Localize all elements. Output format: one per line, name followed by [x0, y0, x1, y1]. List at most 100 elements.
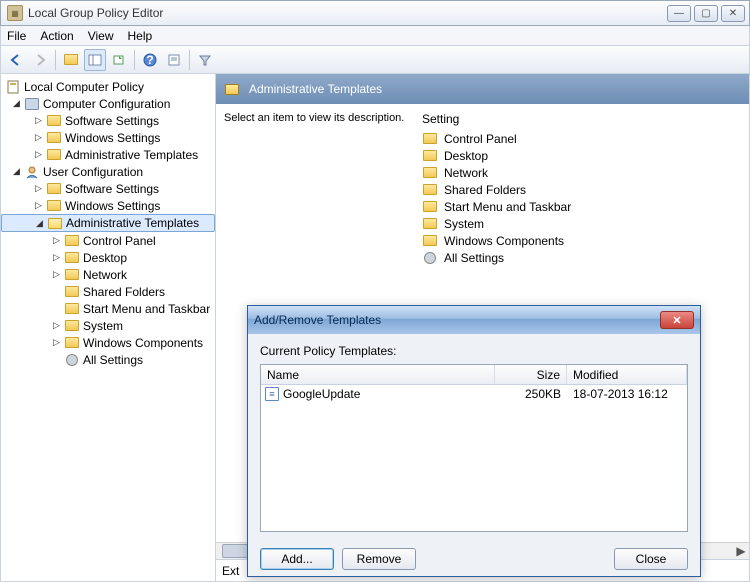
- collapse-icon[interactable]: ◢: [11, 166, 22, 177]
- tree-uc-windows[interactable]: ▷ Windows Settings: [1, 197, 215, 214]
- folder-icon: [422, 217, 438, 231]
- expand-icon[interactable]: ▷: [51, 337, 62, 348]
- tree-allset[interactable]: ▷All Settings: [1, 351, 215, 368]
- folder-icon: [46, 131, 62, 145]
- maximize-button[interactable]: ▢: [694, 5, 718, 22]
- collapse-icon[interactable]: ◢: [34, 218, 45, 229]
- expand-icon[interactable]: ▷: [33, 132, 44, 143]
- close-button[interactable]: ✕: [721, 5, 745, 22]
- close-dialog-button[interactable]: Close: [614, 548, 688, 570]
- folder-icon: [46, 148, 62, 162]
- tree-wincon[interactable]: ▷Windows Components: [1, 334, 215, 351]
- tree-label: Computer Configuration: [43, 97, 170, 111]
- tree-cpanel[interactable]: ▷ Control Panel: [1, 232, 215, 249]
- col-name[interactable]: Name: [261, 365, 495, 384]
- expand-icon[interactable]: ▷: [51, 320, 62, 331]
- tree-shared[interactable]: ▷Shared Folders: [1, 283, 215, 300]
- expand-icon[interactable]: ▷: [33, 183, 44, 194]
- dialog-body: Current Policy Templates: Name Size Modi…: [248, 334, 700, 542]
- tree-user-cfg[interactable]: ◢ User Configuration: [1, 163, 215, 180]
- add-button[interactable]: Add...: [260, 548, 334, 570]
- expand-icon[interactable]: ▷: [33, 200, 44, 211]
- folder-icon: [422, 166, 438, 180]
- toolbar-sep: [55, 50, 56, 70]
- folder-icon: [46, 114, 62, 128]
- setting-item[interactable]: Windows Components: [422, 232, 741, 249]
- dialog-close-button[interactable]: ✕: [660, 311, 694, 329]
- expand-icon[interactable]: ▷: [51, 269, 62, 280]
- content-header: Administrative Templates: [216, 74, 749, 104]
- expand-icon[interactable]: ▷: [33, 149, 44, 160]
- menu-action[interactable]: Action: [40, 29, 73, 43]
- expand-icon[interactable]: ▷: [51, 252, 62, 263]
- tree-uc-software[interactable]: ▷ Software Settings: [1, 180, 215, 197]
- template-name: GoogleUpdate: [283, 387, 495, 401]
- dialog-titlebar[interactable]: Add/Remove Templates ✕: [248, 306, 700, 334]
- svg-text:?: ?: [146, 53, 153, 67]
- tab-extended[interactable]: Ext: [222, 564, 239, 578]
- tree-network[interactable]: ▷Network: [1, 266, 215, 283]
- filter-button[interactable]: [194, 49, 216, 71]
- tree-desktop[interactable]: ▷Desktop: [1, 249, 215, 266]
- folder-icon: [64, 234, 80, 248]
- tree-uc-admin-selected[interactable]: ◢ Administrative Templates: [1, 214, 215, 232]
- setting-item[interactable]: Network: [422, 164, 741, 181]
- forward-button[interactable]: [29, 49, 51, 71]
- properties-button[interactable]: [163, 49, 185, 71]
- expand-icon[interactable]: ▷: [51, 235, 62, 246]
- setting-item[interactable]: All Settings: [422, 249, 741, 266]
- dialog-title: Add/Remove Templates: [254, 313, 660, 327]
- folder-open-icon: [47, 216, 63, 230]
- tree-label: Control Panel: [83, 234, 156, 248]
- help-button[interactable]: ?: [139, 49, 161, 71]
- template-row[interactable]: ≡ GoogleUpdate 250KB 18-07-2013 16:12: [261, 385, 687, 403]
- tree-label: Shared Folders: [83, 285, 165, 299]
- tree-root-label: Local Computer Policy: [24, 80, 144, 94]
- tree-label: Administrative Templates: [66, 216, 199, 230]
- menu-file[interactable]: File: [7, 29, 26, 43]
- folder-icon: [64, 251, 80, 265]
- add-remove-templates-dialog: Add/Remove Templates ✕ Current Policy Te…: [247, 305, 701, 577]
- tree-label: System: [83, 319, 123, 333]
- folder-icon: [422, 132, 438, 146]
- col-modified[interactable]: Modified: [567, 365, 687, 384]
- expand-icon[interactable]: ▷: [33, 115, 44, 126]
- tree-label: Windows Settings: [65, 199, 160, 213]
- tree-label: User Configuration: [43, 165, 143, 179]
- up-button[interactable]: [60, 49, 82, 71]
- export-button[interactable]: [108, 49, 130, 71]
- menu-view[interactable]: View: [88, 29, 114, 43]
- templates-list: Name Size Modified ≡ GoogleUpdate 250KB …: [260, 364, 688, 532]
- remove-button[interactable]: Remove: [342, 548, 416, 570]
- setting-label: Desktop: [444, 149, 488, 163]
- setting-label: System: [444, 217, 484, 231]
- scroll-right-icon[interactable]: ▶: [733, 544, 749, 558]
- setting-item[interactable]: Desktop: [422, 147, 741, 164]
- folder-icon: [64, 319, 80, 333]
- tree-label: Software Settings: [65, 182, 159, 196]
- toolbar-sep-3: [189, 50, 190, 70]
- menu-help[interactable]: Help: [128, 29, 153, 43]
- tree-system[interactable]: ▷ System: [1, 317, 215, 334]
- minimize-button[interactable]: —: [667, 5, 691, 22]
- setting-item[interactable]: Control Panel: [422, 130, 741, 147]
- show-tree-button[interactable]: [84, 49, 106, 71]
- setting-label: Windows Components: [444, 234, 564, 248]
- tree-cc-windows[interactable]: ▷Windows Settings: [1, 129, 215, 146]
- setting-item[interactable]: Shared Folders: [422, 181, 741, 198]
- tree-startmenu[interactable]: ▷Start Menu and Taskbar: [1, 300, 215, 317]
- tree-root[interactable]: Local Computer Policy: [1, 78, 215, 95]
- setting-item[interactable]: Start Menu and Taskbar: [422, 198, 741, 215]
- tree-computer-cfg[interactable]: ◢ Computer Configuration: [1, 95, 215, 112]
- setting-item[interactable]: System: [422, 215, 741, 232]
- add-button-label: Add...: [281, 552, 312, 566]
- setting-label: Start Menu and Taskbar: [444, 200, 571, 214]
- template-file-icon: ≡: [265, 387, 279, 401]
- collapse-icon[interactable]: ◢: [11, 98, 22, 109]
- dialog-buttons: Add... Remove Close: [248, 542, 700, 576]
- tree-cc-software[interactable]: ▷Software Settings: [1, 112, 215, 129]
- back-button[interactable]: [5, 49, 27, 71]
- col-size[interactable]: Size: [495, 365, 567, 384]
- settings-column-header[interactable]: Setting: [422, 112, 741, 130]
- tree-cc-admin[interactable]: ▷Administrative Templates: [1, 146, 215, 163]
